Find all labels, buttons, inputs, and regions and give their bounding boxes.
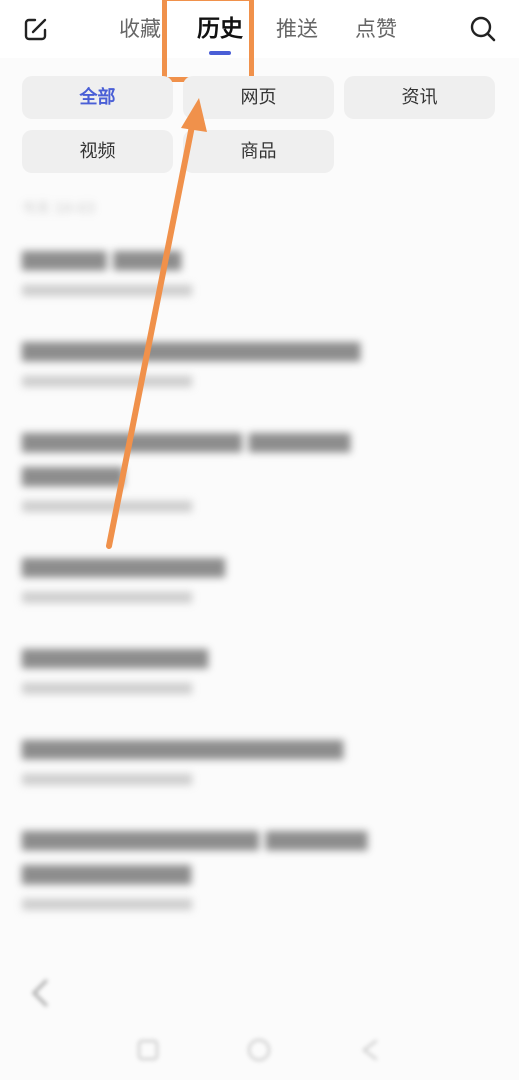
list-item-url: ▆▆▆▆▆▆▆▆▆▆▆▆▆▆▆▆▆ bbox=[22, 896, 192, 911]
list-item-title: ▆▆▆▆▆▆▆▆▆▆▆ bbox=[22, 644, 209, 669]
list-item-title: ▆▆▆▆▆▆▆▆▆▆▆▆ bbox=[22, 553, 226, 578]
filter-chip-webpage[interactable]: 网页 bbox=[183, 76, 334, 119]
list-item[interactable]: ▆▆▆▆▆▆▆▆▆▆▆▆▆▆▆▆▆▆▆▆ ▆▆▆▆▆▆▆▆▆▆▆▆▆▆▆▆▆ bbox=[22, 333, 497, 388]
system-back-icon[interactable] bbox=[356, 1036, 384, 1064]
tab-push[interactable]: 推送 bbox=[276, 12, 318, 46]
list-item[interactable]: ▆▆▆▆▆ ▆▆▆▆ ▆▆▆▆▆▆▆▆▆▆▆▆▆▆▆▆▆ bbox=[22, 242, 497, 297]
list-item-title: ▆▆▆▆▆▆▆▆▆▆▆▆▆▆▆▆▆▆▆▆ bbox=[22, 337, 361, 362]
list-item[interactable]: ▆▆▆▆▆▆▆▆▆▆▆▆▆▆ ▆▆▆▆▆▆ ▆▆▆▆▆▆▆▆▆▆ ▆▆▆▆▆▆▆▆… bbox=[22, 822, 497, 911]
top-bar: 收藏 历史 推送 点赞 bbox=[0, 0, 519, 58]
search-icon[interactable] bbox=[469, 15, 497, 43]
filter-chip-all[interactable]: 全部 bbox=[22, 76, 173, 119]
list-item-title: ▆▆▆▆▆▆▆▆▆▆▆▆▆▆▆▆▆▆▆ bbox=[22, 735, 344, 760]
filter-chip-video[interactable]: 视频 bbox=[22, 130, 173, 173]
home-icon[interactable] bbox=[245, 1036, 273, 1064]
list-item[interactable]: ▆▆▆▆▆▆▆▆▆▆▆▆▆▆▆▆▆▆▆ ▆▆▆▆▆▆▆▆▆▆▆▆▆▆▆▆▆ bbox=[22, 731, 497, 786]
date-label: 今天 10-03 bbox=[22, 201, 96, 217]
list-item-url: ▆▆▆▆▆▆▆▆▆▆▆▆▆▆▆▆▆ bbox=[22, 589, 192, 604]
list-item[interactable]: ▆▆▆▆▆▆▆▆▆▆▆▆ ▆▆▆▆▆▆▆▆▆▆▆▆▆▆▆▆▆ bbox=[22, 549, 497, 604]
list-item-url: ▆▆▆▆▆▆▆▆▆▆▆▆▆▆▆▆▆ bbox=[22, 680, 192, 695]
tab-favorites[interactable]: 收藏 bbox=[119, 12, 161, 46]
tab-likes[interactable]: 点赞 bbox=[355, 12, 397, 46]
list-item-url: ▆▆▆▆▆▆▆▆▆▆▆▆▆▆▆▆▆ bbox=[22, 282, 192, 297]
list-item-url: ▆▆▆▆▆▆▆▆▆▆▆▆▆▆▆▆▆ bbox=[22, 373, 192, 388]
list-item-title: ▆▆▆▆▆▆▆▆▆▆▆▆▆▆ ▆▆▆▆▆▆ ▆▆▆▆▆▆▆▆▆▆ bbox=[22, 826, 368, 885]
list-item-title: ▆▆▆▆▆ ▆▆▆▆ bbox=[22, 246, 182, 271]
list-item-url: ▆▆▆▆▆▆▆▆▆▆▆▆▆▆▆▆▆ bbox=[22, 771, 192, 786]
list-item-title: ▆▆▆▆▆▆▆▆▆▆▆▆▆ ▆▆▆▆▆▆ ▆▆▆▆▆▆ bbox=[22, 428, 351, 487]
tab-highlight-box bbox=[162, 0, 254, 82]
filter-chip-news[interactable]: 资讯 bbox=[344, 76, 495, 119]
filter-chip-goods[interactable]: 商品 bbox=[183, 130, 334, 173]
list-item[interactable]: ▆▆▆▆▆▆▆▆▆▆▆▆▆ ▆▆▆▆▆▆ ▆▆▆▆▆▆ ▆▆▆▆▆▆▆▆▆▆▆▆▆… bbox=[22, 424, 497, 513]
recent-apps-icon[interactable] bbox=[134, 1036, 162, 1064]
edit-icon[interactable] bbox=[22, 15, 50, 43]
back-arrow-icon[interactable] bbox=[30, 978, 50, 1008]
list-item-url: ▆▆▆▆▆▆▆▆▆▆▆▆▆▆▆▆▆ bbox=[22, 498, 192, 513]
list-item[interactable]: ▆▆▆▆▆▆▆▆▆▆▆ ▆▆▆▆▆▆▆▆▆▆▆▆▆▆▆▆▆ bbox=[22, 640, 497, 695]
history-list: 今天 10-03 ▆▆▆▆▆ ▆▆▆▆ ▆▆▆▆▆▆▆▆▆▆▆▆▆▆▆▆▆ ▆▆… bbox=[22, 198, 497, 947]
